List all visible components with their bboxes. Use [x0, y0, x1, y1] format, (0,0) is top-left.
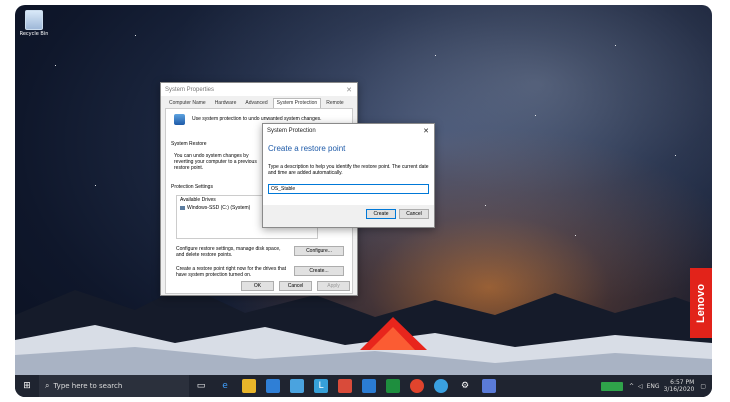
search-icon: ⌕ [45, 381, 50, 390]
dialog-heading: Create a restore point [268, 144, 346, 153]
notification-icon[interactable]: ▢ [700, 383, 706, 390]
battery-icon[interactable] [600, 381, 623, 391]
create-restore-point-dialog: System Protection ✕ Create a restore poi… [262, 123, 435, 228]
close-icon[interactable]: ✕ [341, 86, 357, 94]
drive-icon [180, 206, 185, 210]
settings-gear-icon[interactable]: ⚙ [458, 379, 472, 393]
wallpaper-landscape [15, 285, 712, 375]
configure-text: Configure restore settings, manage disk … [176, 246, 281, 258]
clock[interactable]: 6:57 PM 3/16/2020 [664, 379, 695, 393]
app-orange-icon[interactable] [410, 379, 424, 393]
dialog-cancel-button[interactable]: Cancel [399, 209, 429, 219]
clock-time: 6:57 PM [670, 379, 695, 386]
ok-button[interactable]: OK [241, 281, 274, 291]
close-icon[interactable]: ✕ [418, 127, 434, 135]
cancel-button[interactable]: Cancel [279, 281, 312, 291]
clock-date: 3/16/2020 [663, 386, 695, 393]
file-explorer-icon[interactable] [242, 379, 256, 393]
shield-icon [174, 114, 185, 125]
intro-text: Use system protection to undo unwanted s… [192, 116, 322, 122]
system-properties-title: System Properties [165, 86, 215, 93]
wallpaper-star [135, 35, 136, 36]
configure-button[interactable]: Configure... [294, 246, 344, 256]
task-view-icon[interactable]: ▭ [194, 379, 208, 393]
tab-remote[interactable]: Remote [322, 98, 348, 108]
chevron-up-icon[interactable]: ^ [629, 383, 634, 390]
store-icon[interactable] [266, 379, 280, 393]
device-frame: Recycle Bin Lenovo System Properties ✕ C… [0, 0, 730, 402]
tab-system-protection[interactable]: System Protection [272, 98, 322, 108]
app-red-icon[interactable] [338, 379, 352, 393]
create-button[interactable]: Create... [294, 266, 344, 276]
lenovo-logo: Lenovo [695, 283, 707, 323]
wallpaper-star [575, 235, 576, 236]
wallpaper-star [485, 205, 486, 206]
app-l-icon[interactable]: L [314, 379, 328, 393]
recycle-bin-icon [25, 10, 43, 30]
tab-computer-name[interactable]: Computer Name [165, 98, 210, 108]
wallpaper-star [615, 45, 616, 46]
mail-icon[interactable] [290, 379, 304, 393]
tab-advanced[interactable]: Advanced [241, 98, 271, 108]
language-indicator[interactable]: ENG [647, 383, 660, 390]
wallpaper-star [435, 55, 436, 56]
excel-icon[interactable] [386, 379, 400, 393]
word-icon[interactable] [362, 379, 376, 393]
restore-text: You can undo system changes by reverting… [174, 153, 257, 171]
wallpaper-star [675, 155, 676, 156]
restore-heading: System Restore [171, 141, 210, 147]
wallpaper-star [535, 115, 536, 116]
apply-button[interactable]: Apply [317, 281, 350, 291]
restore-description-input[interactable] [268, 184, 429, 194]
dialog-titlebar: System Protection ✕ [263, 124, 434, 137]
desktop-screen: Recycle Bin Lenovo System Properties ✕ C… [15, 5, 712, 397]
volume-icon[interactable]: ◁ [638, 383, 643, 390]
edge-icon[interactable]: e [218, 379, 232, 393]
system-tray: ^ ◁ ENG 6:57 PM 3/16/2020 ▢ [600, 379, 712, 393]
dialog-create-button[interactable]: Create [366, 209, 396, 219]
drive-item-label: Windows-SSD (C:) (System) [187, 205, 251, 211]
recycle-bin-label: Recycle Bin [19, 31, 49, 37]
app-blue-icon[interactable] [482, 379, 496, 393]
create-text: Create a restore point right now for the… [176, 266, 287, 278]
recycle-bin[interactable]: Recycle Bin [19, 10, 49, 37]
tab-hardware[interactable]: Hardware [211, 98, 241, 108]
taskbar-search[interactable]: ⌕ Type here to search [39, 375, 189, 397]
system-properties-tabs: Computer Name Hardware Advanced System P… [161, 96, 357, 108]
app-globe-icon[interactable] [434, 379, 448, 393]
windows-start-icon[interactable]: ⊞ [20, 379, 34, 393]
system-properties-titlebar: System Properties ✕ [161, 83, 357, 96]
wallpaper-star [55, 65, 56, 66]
dialog-description: Type a description to help you identify … [268, 164, 429, 176]
lenovo-brand-tab: Lenovo [690, 268, 712, 338]
dialog-title: System Protection [267, 127, 316, 134]
search-placeholder: Type here to search [53, 382, 123, 390]
protection-heading: Protection Settings [171, 184, 216, 190]
wallpaper-star [95, 185, 96, 186]
taskbar: ⊞ ⌕ Type here to search ▭ e L ⚙ ^ ◁ ENG … [15, 375, 712, 397]
